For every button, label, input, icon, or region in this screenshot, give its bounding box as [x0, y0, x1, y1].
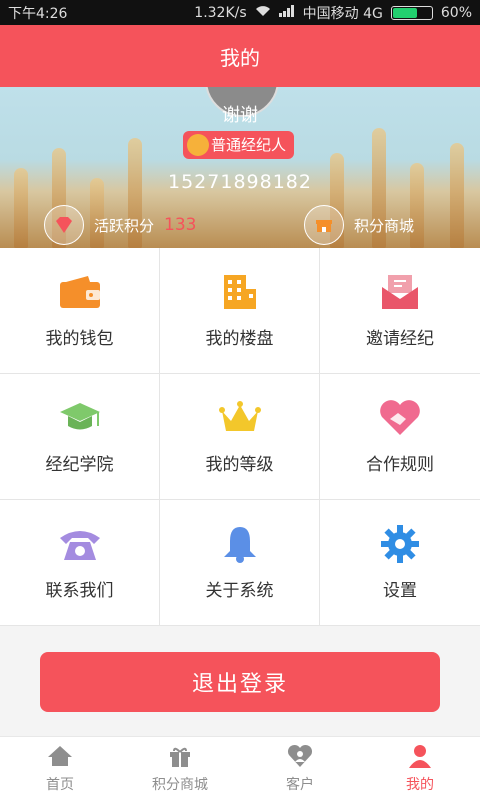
menu-item-academy[interactable]: 经纪学院 — [0, 374, 160, 500]
menu-item-properties[interactable]: 我的楼盘 — [160, 248, 320, 374]
feature-grid: 我的钱包 我的楼盘 邀请经纪 经纪学院 我的等级 合作规则 联系我们 关于系统 … — [0, 248, 480, 626]
handshake-heart-icon — [378, 398, 422, 438]
bottom-tab-bar: 首页 积分商城 客户 我的 — [0, 736, 480, 800]
gear-icon — [378, 524, 422, 564]
tab-customers[interactable]: 客户 — [240, 737, 360, 800]
logout-button[interactable]: 退出登录 — [40, 652, 440, 712]
customer-heart-icon — [286, 744, 314, 768]
points-label: 活跃积分 — [94, 216, 155, 235]
network-speed: 1.32K/s — [194, 4, 247, 21]
menu-item-invite[interactable]: 邀请经纪 — [320, 248, 480, 374]
battery-percent: 60% — [440, 4, 472, 21]
shop-icon — [304, 205, 344, 245]
diamond-icon — [44, 205, 84, 245]
home-icon — [46, 744, 74, 768]
person-icon — [406, 744, 434, 768]
gift-icon — [166, 744, 194, 768]
crown-icon — [218, 398, 262, 438]
wifi-icon — [255, 5, 271, 21]
carrier: 中国移动 4G — [302, 5, 383, 22]
telephone-icon — [58, 524, 102, 564]
points-mall-link[interactable]: 积分商城 — [304, 205, 414, 245]
profile-header: 谢谢 普通经纪人 15271898182 活跃积分 133 积分商城 — [0, 87, 480, 248]
wallet-icon — [58, 272, 102, 312]
invite-mail-icon — [378, 272, 422, 312]
menu-item-rules[interactable]: 合作规则 — [320, 374, 480, 500]
menu-item-about[interactable]: 关于系统 — [160, 500, 320, 626]
medal-icon — [187, 134, 209, 156]
status-time: 下午4:26 — [8, 5, 68, 22]
menu-item-settings[interactable]: 设置 — [320, 500, 480, 626]
battery-icon — [390, 5, 433, 20]
active-points[interactable]: 活跃积分 133 — [44, 205, 196, 245]
status-bar: 下午4:26 1.32K/s 中国移动 4G 60% — [0, 0, 480, 25]
member-level-badge: 普通经纪人 — [183, 131, 295, 159]
bell-icon — [218, 524, 262, 564]
tab-home[interactable]: 首页 — [0, 737, 120, 800]
points-value: 133 — [164, 215, 197, 235]
tab-me[interactable]: 我的 — [360, 737, 480, 800]
tab-points-mall[interactable]: 积分商城 — [120, 737, 240, 800]
graduation-cap-icon — [58, 398, 102, 438]
page-title: 我的 — [0, 25, 480, 87]
username: 谢谢 — [222, 105, 258, 126]
menu-item-level[interactable]: 我的等级 — [160, 374, 320, 500]
menu-item-wallet[interactable]: 我的钱包 — [0, 248, 160, 374]
menu-item-contact[interactable]: 联系我们 — [0, 500, 160, 626]
signal-icon — [278, 4, 295, 21]
points-mall-label: 积分商城 — [354, 216, 415, 235]
phone-number: 15271898182 — [168, 171, 312, 193]
building-icon — [218, 272, 262, 312]
